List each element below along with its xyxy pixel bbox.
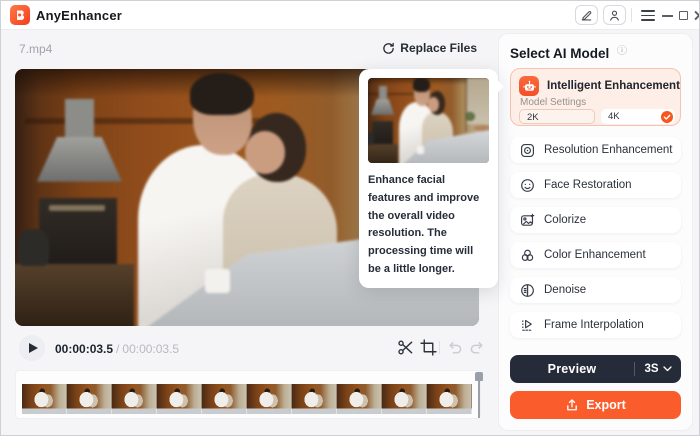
app-window: AnyEnhancer 7.mp4 Replace Files Enhance … [0,0,700,436]
time-display: 00:00:03.5/00:00:03.5 [55,342,179,356]
preview-duration-value: 3S [644,363,659,375]
crop-icon[interactable] [420,339,437,356]
check-icon [661,110,673,123]
replace-icon [383,42,395,54]
model-face-restoration[interactable]: Face Restoration [510,172,681,198]
filmstrip-frame [247,384,292,414]
model-label: Resolution Enhancement [544,144,673,156]
filmstrip-frame [67,384,112,414]
denoise-icon [521,283,534,297]
minimize-button[interactable] [662,15,673,17]
app-title: AnyEnhancer [36,8,123,23]
replace-files-label: Replace Files [400,41,477,55]
color-enhancement-icon [521,249,534,261]
play-button[interactable] [19,335,45,361]
redo-icon[interactable] [468,339,485,356]
total-duration: 00:00:03.5 [122,342,180,356]
colorize-icon [521,213,535,226]
resolution-2k-label: 2K [527,112,539,123]
filmstrip-frame [157,384,202,414]
export-icon [567,399,578,411]
model-colorize[interactable]: Colorize [510,207,681,233]
model-frame-interpolation[interactable]: Frame Interpolation [510,312,681,338]
filmstrip-frame [427,384,472,414]
account-button[interactable] [603,5,626,25]
chevron-down-icon [662,366,672,372]
filmstrip-frame [112,384,157,414]
app-logo-icon [10,5,30,25]
filmstrip-frame [382,384,427,414]
export-label: Export [586,398,626,412]
maximize-button[interactable] [679,11,688,20]
playhead-handle[interactable] [475,372,483,418]
model-intelligent-enhancement[interactable]: Intelligent Enhancement Model Settings 2… [510,68,681,126]
preview-label: Preview [547,362,597,376]
model-label: Denoise [544,284,587,296]
face-restoration-icon [521,178,534,192]
filmstrip-frame [202,384,247,414]
filmstrip-thumbnails [22,384,472,414]
panel-title: Select AI Model [510,46,610,61]
tooltip-description: Enhance facial features and improve the … [368,174,480,276]
filmstrip-frame [22,384,67,414]
frame-interpolation-icon [522,319,532,331]
resolution-enhancement-icon [521,143,534,157]
ai-model-panel: Select AI Model ⓘ Intelligent Enhancemen… [498,33,693,431]
model-label: Colorize [544,214,587,226]
info-icon[interactable]: ⓘ [617,42,627,57]
menu-icon[interactable] [641,10,655,21]
model-label: Face Restoration [544,179,632,191]
title-bar: AnyEnhancer [1,1,699,30]
titlebar-divider [631,8,632,22]
replace-files-button[interactable]: Replace Files [382,41,477,55]
model-tooltip: Enhance facial features and improve the … [359,69,504,288]
model-denoise[interactable]: Denoise [510,277,681,303]
timeline-filmstrip[interactable] [15,370,483,419]
model-color-enhancement[interactable]: Color Enhancement [510,242,681,268]
tooltip-thumbnail [368,78,489,163]
robot-icon [519,76,539,96]
filmstrip-frame [337,384,382,414]
trim-scissors-icon[interactable] [397,339,414,356]
controls-divider [439,341,440,354]
resolution-4k-label: 4K [608,111,620,122]
play-icon [28,343,38,353]
undo-icon[interactable] [447,339,464,356]
resolution-option-4k[interactable]: 4K [601,109,675,124]
edit-pen-button[interactable] [575,5,598,25]
model-label: Color Enhancement [544,249,646,261]
model-name: Intelligent Enhancement [547,80,680,92]
time-separator: / [116,342,120,356]
current-time: 00:00:03.5 [55,342,114,356]
preview-button[interactable]: Preview 3S [510,355,681,383]
filmstrip-frame [292,384,337,414]
close-button[interactable] [693,10,699,21]
resolution-option-2k[interactable]: 2K [519,109,595,124]
export-button[interactable]: Export [510,391,681,419]
preview-duration-dropdown[interactable]: 3S [635,363,681,375]
model-settings-label: Model Settings [520,97,587,108]
video-filename: 7.mp4 [19,42,53,56]
model-resolution-enhancement[interactable]: Resolution Enhancement [510,137,681,163]
model-label: Frame Interpolation [544,319,644,331]
